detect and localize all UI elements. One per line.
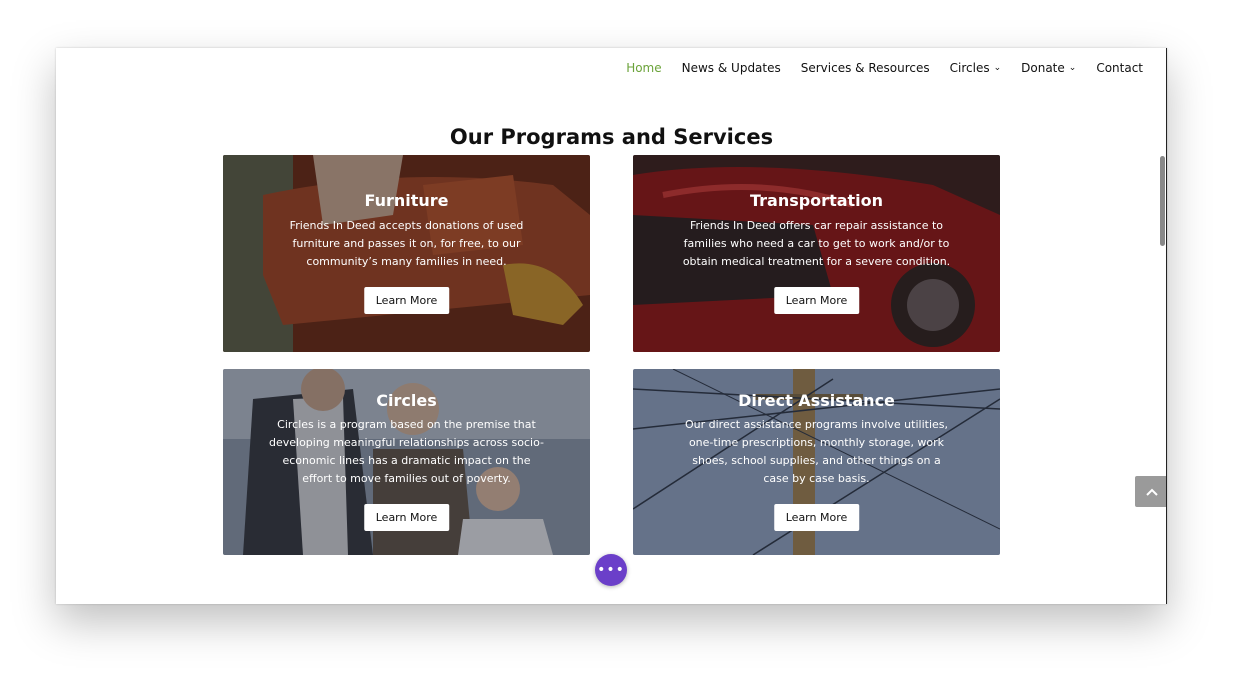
card-title: Direct Assistance <box>738 391 895 410</box>
card-title: Furniture <box>364 191 449 210</box>
nav-news-label: News & Updates <box>681 61 781 75</box>
card-title: Circles <box>376 391 437 410</box>
chevron-down-icon: ⌄ <box>1068 62 1077 73</box>
floating-menu-button[interactable]: ••• <box>595 554 627 586</box>
learn-more-button[interactable]: Learn More <box>363 504 450 531</box>
nav-news-updates[interactable]: News & Updates <box>682 61 781 75</box>
nav-contact-label: Contact <box>1096 61 1143 75</box>
card-description: Our direct assistance programs involve u… <box>684 418 949 485</box>
card-description: Circles is a program based on the premis… <box>268 418 545 485</box>
nav-home-label: Home <box>626 61 662 75</box>
window-edge-divider <box>1166 48 1167 604</box>
scrollbar-thumb[interactable] <box>1160 156 1165 246</box>
chevron-down-icon: ⌄ <box>993 62 1002 73</box>
card-description: Friends In Deed offers car repair assist… <box>682 219 951 268</box>
card-circles: Circles Circles is a program based on th… <box>223 369 590 555</box>
section-title: Our Programs and Services <box>449 125 774 150</box>
nav-circles-label: Circles <box>949 61 990 75</box>
learn-more-button[interactable]: Learn More <box>363 287 450 314</box>
card-direct-assistance: Direct Assistance Our direct assistance … <box>633 369 1000 555</box>
chevron-up-icon <box>1145 488 1158 496</box>
browser-page: Home News & Updates Services & Resources… <box>56 48 1167 604</box>
nav-home[interactable]: Home <box>626 61 661 75</box>
main-nav: Home News & Updates Services & Resources… <box>626 61 1143 75</box>
nav-contact[interactable]: Contact <box>1096 61 1143 75</box>
learn-more-button[interactable]: Learn More <box>773 504 860 531</box>
learn-more-button[interactable]: Learn More <box>773 287 860 314</box>
card-title: Transportation <box>749 191 884 210</box>
nav-donate-label: Donate <box>1021 61 1065 75</box>
nav-services-label: Services & Resources <box>800 61 930 75</box>
nav-circles[interactable]: Circles ⌄ <box>950 61 1002 75</box>
card-transportation: Transportation Friends In Deed offers ca… <box>633 155 1000 352</box>
more-dots-icon: ••• <box>597 562 625 578</box>
card-description: Friends In Deed accepts donations of use… <box>289 219 524 268</box>
back-to-top-button[interactable] <box>1135 476 1167 507</box>
nav-services-resources[interactable]: Services & Resources <box>801 61 930 75</box>
card-furniture: Furniture Friends In Deed accepts donati… <box>223 155 590 352</box>
nav-donate[interactable]: Donate ⌄ <box>1021 61 1076 75</box>
